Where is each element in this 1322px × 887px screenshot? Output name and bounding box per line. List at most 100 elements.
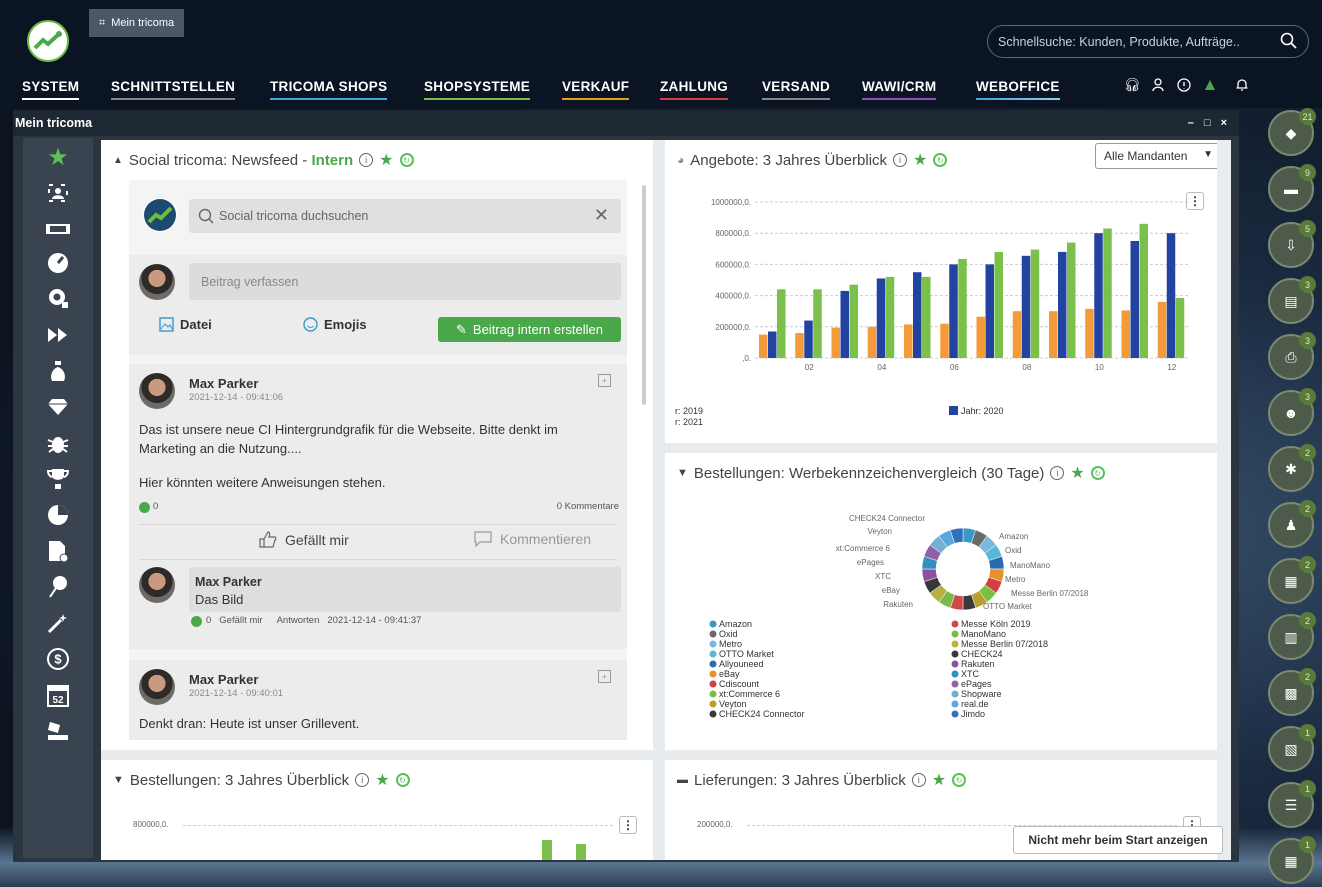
info-icon[interactable]: i [911,773,926,787]
mandant-select[interactable]: Alle Mandanten ▼ [1095,143,1217,169]
nav-wawi-crm[interactable]: WAWI/CRM [862,70,937,102]
refresh-icon[interactable]: ↻ [952,773,967,787]
user-scan-icon[interactable] [23,178,93,208]
dock-document-heart[interactable]: ▧ 1 [1268,724,1316,772]
nav-shopsysteme[interactable]: SHOPSYSTEME [424,70,531,102]
gauge-icon[interactable] [23,248,93,278]
dock-money-bag[interactable]: ♟ 2 [1268,500,1316,548]
callout-label: ePages [857,558,884,567]
minimize-button[interactable]: – [1188,117,1194,129]
ticket-icon[interactable] [23,214,93,244]
nav-verkauf[interactable]: VERKAUF [562,70,630,102]
reply-like-link[interactable]: Gefällt mir [219,615,262,626]
nav-weboffice[interactable]: WEBOFFICE [976,70,1060,102]
info-icon[interactable]: i [893,153,908,167]
like-button[interactable]: Gefällt mir [259,531,349,548]
favorite-star-icon[interactable]: ★ [932,770,946,790]
legend-dot [951,680,959,688]
dock-calendar[interactable]: ▦ 2 [1268,556,1316,604]
dock-users[interactable]: ☻ 3 [1268,388,1316,436]
dock-inbox[interactable]: ⇩ 5 [1268,220,1316,268]
nav-system[interactable]: SYSTEM [22,70,80,102]
post-menu-icon[interactable]: + [598,374,611,387]
trophy-icon[interactable] [23,464,93,494]
info-icon[interactable]: i [355,773,370,787]
dock-ticket[interactable]: ▬ 9 [1268,164,1316,212]
legend-dot [709,680,717,688]
document-heart-icon[interactable] [23,536,93,566]
quick-search[interactable]: Schnellsuche: Kunden, Produkte, Aufträge… [987,25,1309,58]
badge: 2 [1299,444,1316,461]
diamond-icon[interactable] [23,392,93,422]
dock-document[interactable]: ▤ 3 [1268,276,1316,324]
favorite-star-icon[interactable]: ★ [913,150,927,170]
refresh-icon[interactable]: ↻ [1090,466,1105,480]
tab-mein-tricoma[interactable]: ⌗ Mein tricoma [89,9,185,37]
post-author[interactable]: Max Parker [189,672,258,687]
info-icon[interactable]: i [359,153,374,167]
compose-input[interactable]: Beitrag verfassen [189,263,621,300]
maximize-button[interactable]: □ [1204,117,1211,129]
support-agent-icon[interactable] [23,284,93,314]
calendar-icon[interactable]: 52 [23,680,93,710]
user-icon[interactable] [1147,74,1169,96]
chart-menu-button[interactable]: ⋮ [619,816,637,834]
clear-icon[interactable]: ✕ [594,205,609,226]
diamond-icon: ▼ [677,467,688,479]
logo-icon [33,31,62,50]
bell-green-icon[interactable] [1199,74,1221,96]
headset-icon[interactable]: 🎧︎ [1121,74,1143,96]
create-post-button[interactable]: ✎ Beitrag intern erstellen [438,317,621,342]
pie-chart-icon[interactable] [23,500,93,530]
favorites-star-icon[interactable]: ★ [23,142,93,172]
close-button[interactable]: × [1221,117,1227,129]
refresh-icon[interactable]: ↻ [933,153,948,167]
bar-r-2021 [777,289,786,358]
dollar-icon[interactable]: $ [23,644,93,674]
post-menu-icon[interactable]: + [598,670,611,683]
money-bag-icon[interactable] [23,356,93,386]
legend-dot [951,700,959,708]
bar-r-2021 [958,258,967,358]
file-button[interactable]: Datei [159,317,212,332]
post-author[interactable]: Max Parker [189,376,258,391]
search-icon[interactable] [1280,32,1298,50]
dock-diamond[interactable]: ◆ 21 [1268,108,1316,156]
dock-calendar-2[interactable]: ▦ 1 [1268,836,1316,884]
favorite-star-icon[interactable]: ★ [375,770,389,790]
nav-zahlung[interactable]: ZAHLUNG [660,70,729,102]
scrollbar[interactable] [642,185,646,405]
users-icon: ☻ [1283,405,1299,421]
refresh-icon[interactable]: ↻ [395,773,410,787]
reply-author[interactable]: Max Parker [195,575,262,589]
bar-r-2021 [922,276,931,358]
nav-schnittstellen[interactable]: SCHNITTSTELLEN [111,70,236,102]
bug-icon[interactable] [23,428,93,458]
comment-button[interactable]: Kommentieren [474,531,591,547]
fast-forward-icon[interactable] [23,320,93,350]
reply-answer-link[interactable]: Antworten [277,615,320,626]
comment-count[interactable]: 0 Kommentare [557,501,619,512]
nav-label: SCHNITTSTELLEN [111,78,236,94]
notification-bell-icon[interactable] [1231,74,1253,96]
nav-versand[interactable]: VERSAND [762,70,831,102]
dock-bug[interactable]: ✱ 2 [1268,444,1316,492]
bar-r-2019 [940,323,949,358]
favorite-star-icon[interactable]: ★ [1070,463,1084,483]
favorite-star-icon[interactable]: ★ [379,150,393,170]
inbox-icon[interactable] [23,716,93,746]
dock-calculator[interactable]: ▩ 2 [1268,668,1316,716]
tricoma-logo[interactable] [27,20,69,62]
social-search-input[interactable]: Social tricoma duchsuchen ✕ [189,199,621,233]
info-icon[interactable]: i [1050,466,1065,480]
dont-show-on-start-button[interactable]: Nicht mehr beim Start anzeigen [1013,826,1223,854]
dock-printer[interactable]: ⎙ 3 [1268,332,1316,380]
pin-icon[interactable] [23,572,93,602]
info-icon[interactable] [1173,74,1195,96]
dock-book[interactable]: ▥ 2 [1268,612,1316,660]
refresh-icon[interactable]: ↻ [399,153,414,167]
magic-wand-icon[interactable] [23,608,93,638]
nav-tricoma-shops[interactable]: TRICOMA SHOPS [270,70,388,102]
dock-stack[interactable]: ☰ 1 [1268,780,1316,828]
emoji-button[interactable]: Emojis [303,317,367,332]
